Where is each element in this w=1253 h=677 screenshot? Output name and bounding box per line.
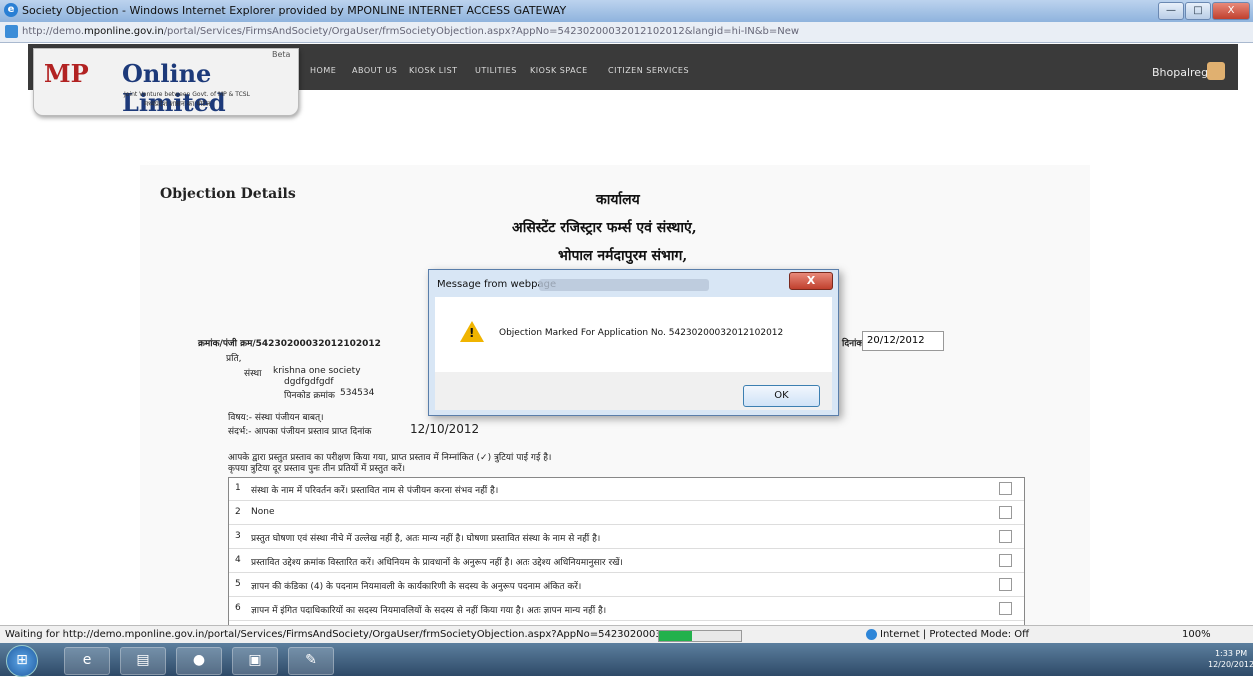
address-prefix: संस्था — [244, 369, 262, 379]
reference-line: संदर्भ:- आपका पंजीयन प्रस्ताव प्राप्त दि… — [228, 427, 372, 437]
security-zone[interactable]: Internet | Protected Mode: Off — [880, 629, 1029, 640]
progress-bar — [658, 630, 742, 642]
zoom-level[interactable]: 100% — [1182, 629, 1211, 640]
objection-checkbox[interactable] — [999, 602, 1012, 615]
nav-utilities[interactable]: UTILITIES — [475, 66, 517, 75]
user-name[interactable]: Bhopalreg — [1152, 66, 1208, 79]
prati-label: प्रति, — [226, 354, 242, 364]
table-row: 3 प्रस्तुत घोषणा एवं संस्था नीचे में उल्ल… — [229, 526, 1024, 549]
globe-icon — [866, 629, 877, 640]
row-number: 4 — [235, 555, 241, 565]
taskbar-ie-icon[interactable]: e — [64, 647, 110, 675]
row-text: ज्ञापन की कंडिका (4) के पदनाम नियमावली क… — [251, 582, 582, 592]
taskbar-app-icon[interactable]: ▣ — [232, 647, 278, 675]
dialog-message: Objection Marked For Application No. 542… — [499, 328, 784, 338]
progress-fill — [659, 631, 692, 641]
logo-subtitle-en: Joint Venture between Govt. of MP & TCSL — [124, 91, 250, 98]
nav-about-us[interactable]: ABOUT US — [352, 66, 397, 75]
objection-checkbox[interactable] — [999, 554, 1012, 567]
window-titlebar: e Society Objection - Windows Internet E… — [0, 0, 1253, 22]
url-field[interactable]: http://demo.mponline.gov.in/portal/Servi… — [22, 26, 799, 37]
start-button[interactable]: ⊞ — [6, 645, 38, 677]
dialog-close-button[interactable]: X — [789, 272, 833, 290]
dialog-caption-blur — [539, 279, 709, 291]
status-text: Waiting for http://demo.mponline.gov.in/… — [5, 629, 669, 640]
row-text: प्रस्तुत घोषणा एवं संस्था नीचे में उल्ले… — [251, 534, 601, 544]
address-pin: 534534 — [340, 388, 375, 398]
table-row: 6 ज्ञापन में इंगित पदाधिकारियों का सदस्य … — [229, 598, 1024, 621]
table-row: 5 ज्ञापन की कंडिका (4) के पदनाम नियमावली … — [229, 574, 1024, 597]
objection-checkbox[interactable] — [999, 578, 1012, 591]
row-text: प्रस्तावित उद्देश्य क्रमांक विस्तारित कर… — [251, 558, 623, 568]
address-bar[interactable]: http://demo.mponline.gov.in/portal/Servi… — [0, 22, 1253, 43]
ok-button[interactable]: OK — [743, 385, 820, 407]
office-line-3: भोपाल नर्मदापुरम संभाग, — [558, 248, 688, 264]
subject-line: विषय:- संस्था पंजीयन बाबत्। — [228, 413, 324, 423]
row-number: 3 — [235, 531, 241, 541]
taskbar-paint-icon[interactable]: ✎ — [288, 647, 334, 675]
date-field: 20/12/2012 — [862, 331, 944, 351]
reference-number: क्रमांक/पंजी क्रम/54230200032012102012 — [198, 339, 381, 349]
taskbar-media-icon[interactable]: ● — [176, 647, 222, 675]
instruction-para-2: कृपया त्रुटिया दूर प्रस्ताव पुनः तीन प्र… — [228, 464, 406, 474]
page-icon — [5, 25, 18, 38]
clock-time: 1:33 PM — [1214, 649, 1248, 658]
table-row: 1 संस्था के नाम में परिवर्तन करें। प्रस्त… — [229, 478, 1024, 501]
maximize-button[interactable]: □ — [1185, 2, 1211, 20]
table-row: 2 None — [229, 502, 1024, 525]
row-number: 6 — [235, 603, 241, 613]
warning-icon: ! — [460, 321, 484, 342]
objection-table: 1 संस्था के नाम में परिवर्तन करें। प्रस्त… — [228, 477, 1025, 629]
address-line: dgdfgdfgdf — [284, 377, 334, 387]
address-pin-label: पिनकोड क्रमांक — [284, 391, 335, 401]
office-heading: कार्यालय — [596, 192, 640, 208]
table-row: 4 प्रस्तावित उद्देश्य क्रमांक विस्तारित क… — [229, 550, 1024, 573]
dialog-footer: OK — [435, 372, 832, 410]
objection-checkbox[interactable] — [999, 482, 1012, 495]
address-name: krishna one society — [273, 366, 361, 376]
status-bar: Waiting for http://demo.mponline.gov.in/… — [0, 625, 1253, 644]
clock-date: 12/20/2012 — [1208, 660, 1253, 669]
objection-checkbox[interactable] — [999, 530, 1012, 543]
reference-date: 12/10/2012 — [410, 422, 480, 436]
mponline-logo[interactable]: MP Online Limited Beta Joint Venture bet… — [33, 48, 299, 117]
nav-kiosk-list[interactable]: KIOSK LIST — [409, 66, 458, 75]
date-label: दिनांक — [842, 339, 864, 349]
logo-beta: Beta — [272, 50, 291, 59]
logo-subtitle-hi: मध्यप्रदेश शासन का पोर्टल — [144, 100, 211, 108]
row-number: 2 — [235, 507, 241, 517]
window-title: Society Objection - Windows Internet Exp… — [22, 4, 567, 17]
row-text: None — [251, 507, 275, 517]
nav-home[interactable]: HOME — [310, 66, 336, 75]
taskbar-clock[interactable]: 1:33 PM 12/20/2012 — [1208, 648, 1253, 670]
minimize-button[interactable]: — — [1158, 2, 1184, 20]
row-text: संस्था के नाम में परिवर्तन करें। प्रस्ता… — [251, 486, 499, 496]
nav-citizen-services[interactable]: CITIZEN SERVICES — [608, 66, 689, 75]
section-title: Objection Details — [160, 186, 296, 202]
nav-kiosk-space[interactable]: KIOSK SPACE — [530, 66, 588, 75]
message-dialog: Message from webpage X ! Objection Marke… — [428, 269, 839, 416]
office-line-2: असिस्टेंट रजिस्ट्रार फर्म्स एवं संस्थाएं… — [512, 220, 697, 236]
row-text: ज्ञापन में इंगित पदाधिकारियों का सदस्य न… — [251, 606, 607, 616]
objection-checkbox[interactable] — [999, 506, 1012, 519]
row-number: 5 — [235, 579, 241, 589]
window-close-button[interactable]: X — [1212, 2, 1250, 20]
ie-app-icon: e — [4, 3, 18, 17]
avatar[interactable] — [1207, 62, 1225, 80]
logo-mp: MP — [44, 59, 89, 88]
row-number: 1 — [235, 483, 241, 493]
taskbar-folder-icon[interactable]: ▤ — [120, 647, 166, 675]
dialog-body: ! Objection Marked For Application No. 5… — [435, 297, 832, 372]
